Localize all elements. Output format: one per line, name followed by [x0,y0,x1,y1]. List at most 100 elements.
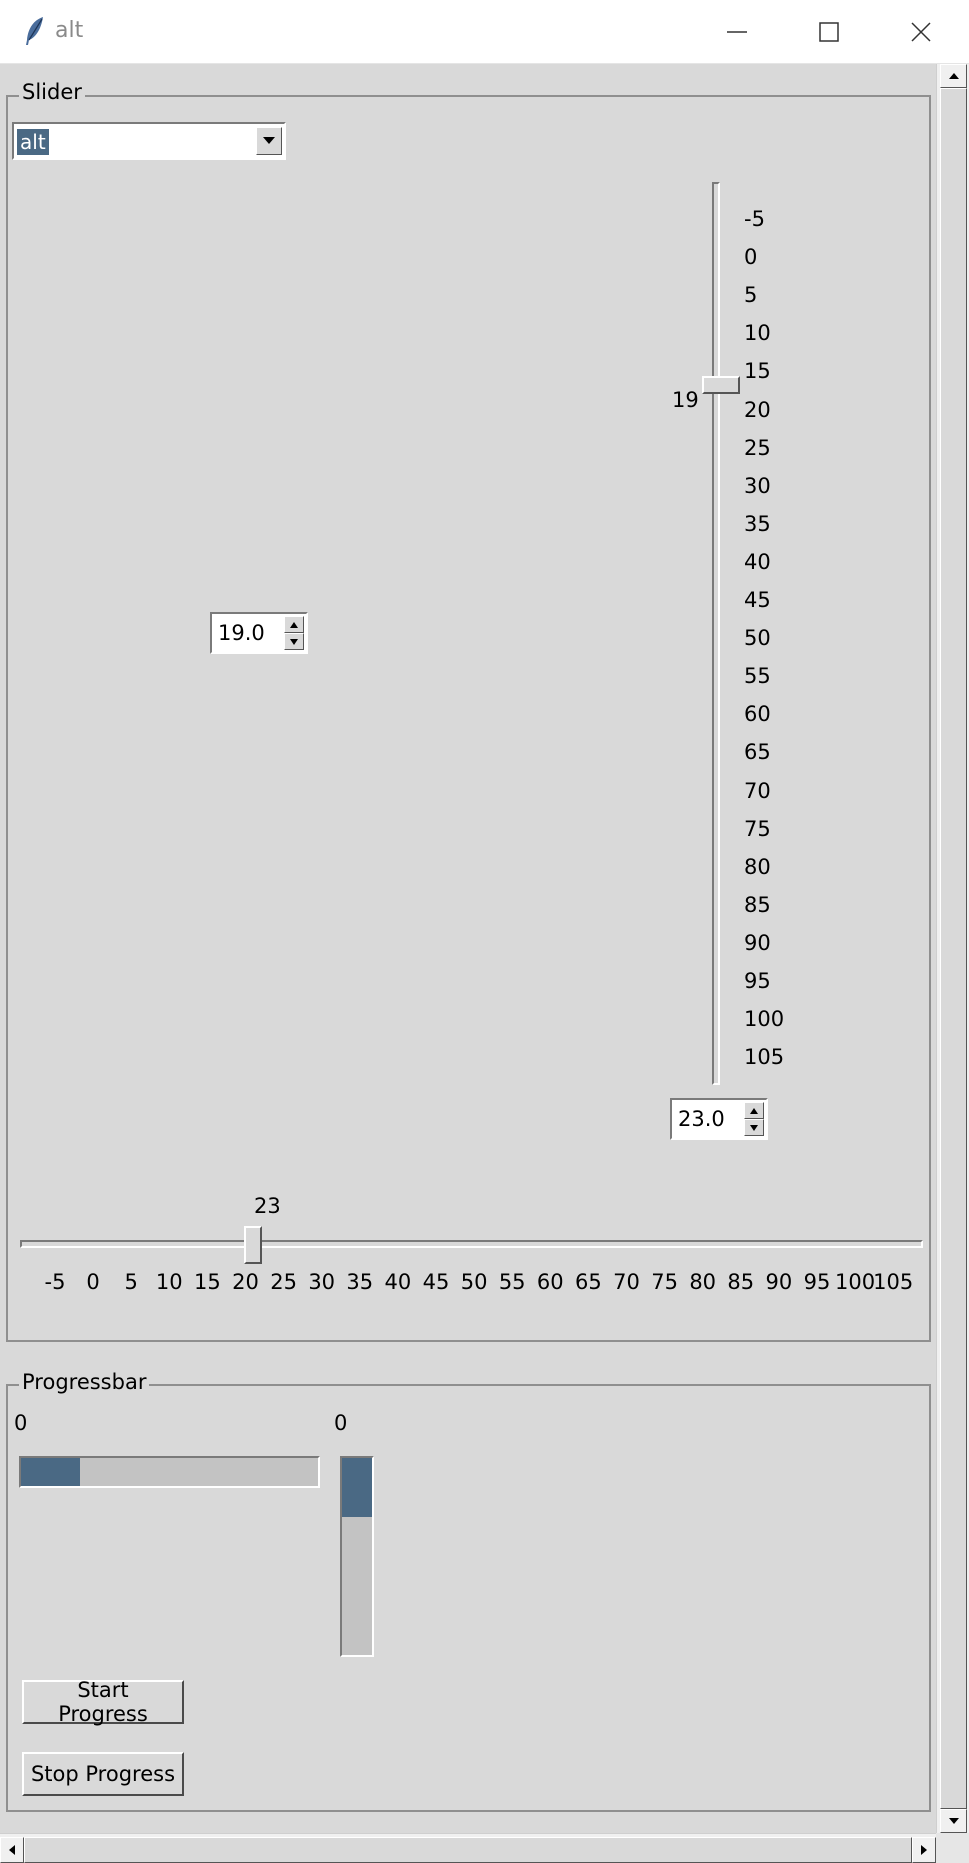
vertical-scale-tick-label: 75 [744,816,771,841]
progressbar-frame-title: Progressbar [19,1370,150,1394]
vertical-scale-trough[interactable] [712,182,720,1085]
horizontal-scale-tick-label: 95 [803,1270,831,1294]
arrow-down-icon [948,1818,959,1824]
horizontal-scale-tick-label: 5 [124,1270,138,1294]
vertical-scrollbar[interactable] [936,64,969,1833]
horizontal-scale-tick-label: 85 [727,1270,755,1294]
vertical-scale-tick-label: 60 [744,702,771,727]
minimize-icon [727,30,747,33]
horizontal-scale-tick-label: 35 [346,1270,374,1294]
window-title: alt [55,18,84,43]
vertical-scale-tick-label: 40 [744,549,771,574]
vertical-scale-tick-label: 5 [744,283,758,308]
vertical-progressbar [340,1456,374,1657]
horizontal-scale-tick-label: 25 [270,1270,297,1294]
vertical-scale-tick-label: 70 [744,778,771,803]
title-bar: alt [0,0,969,64]
spinbox-right-down-button[interactable] [744,1119,764,1136]
horizontal-scale-tick-label: -5 [44,1270,66,1294]
chevron-down-icon [263,137,275,144]
vertical-scale-tick-label: 0 [744,245,758,270]
vertical-scale-tick-label: -5 [744,207,765,231]
scroll-left-button[interactable] [0,1837,24,1863]
vertical-scale-value-label: 19 [672,388,699,412]
scrollbar-corner [936,1833,969,1863]
horizontal-scale-tick-label: 55 [498,1270,526,1294]
close-icon [911,21,931,42]
horizontal-scale-tick-label: 80 [689,1270,717,1294]
vertical-progress-label: 0 [334,1411,348,1435]
spinbox-left[interactable]: 19.0 [210,612,308,654]
horizontal-scale-tick-label: 105 [873,1270,914,1294]
minimize-button[interactable] [691,0,783,63]
scroll-right-button[interactable] [912,1837,936,1863]
horizontal-scale-tick-label: 60 [536,1270,564,1294]
slider-frame [6,95,931,1342]
horizontal-scrollbar[interactable] [0,1833,936,1863]
theme-combobox[interactable]: alt [12,122,286,160]
horizontal-scale-tick-label: 40 [384,1270,412,1294]
arrow-up-icon [290,621,298,628]
close-button[interactable] [875,0,967,63]
vertical-scale-thumb[interactable] [702,376,740,394]
horizontal-scrollbar-thumb[interactable] [24,1837,912,1863]
horizontal-scale-tick-label: 15 [194,1270,221,1294]
horizontal-progressbar [19,1456,320,1488]
progressbar-frame [6,1384,931,1812]
arrow-up-icon [948,73,959,79]
arrow-up-icon [750,1107,758,1114]
vertical-scale-tick-label: 50 [744,626,771,651]
maximize-icon [819,21,839,42]
feather-icon [26,17,43,45]
vertical-scale-tick-label: 10 [744,321,771,346]
vertical-progress-fill [342,1458,372,1518]
vertical-scale-tick-label: 30 [744,473,771,498]
horizontal-scale-tick-label: 65 [575,1270,602,1294]
spinbox-left-up-button[interactable] [284,616,304,633]
horizontal-progress-fill [21,1458,81,1486]
horizontal-scale-trough[interactable] [20,1240,923,1248]
horizontal-scale-tick-label: 10 [155,1270,183,1294]
vertical-scale-tick-label: 100 [744,1007,785,1032]
maximize-button[interactable] [783,0,875,63]
vertical-scale-tick-label: 105 [744,1045,785,1070]
stop-progress-button[interactable]: Stop Progress [22,1752,184,1796]
horizontal-scale-tick-label: 50 [460,1270,488,1294]
vertical-scale-tick-label: 90 [744,930,771,955]
spinbox-right-up-button[interactable] [744,1102,764,1119]
horizontal-scale-thumb[interactable] [244,1226,262,1264]
horizontal-scale-tick-label: 30 [308,1270,336,1294]
horizontal-scale-value-label: 23 [254,1194,281,1218]
arrow-left-icon [9,1845,15,1855]
combobox-dropdown-button[interactable] [256,127,282,155]
vertical-scale-tick-label: 85 [744,892,771,917]
arrow-down-icon [750,1124,758,1131]
vertical-scale-tick-label: 95 [744,969,771,993]
horizontal-scale-tick-label: 70 [613,1270,640,1294]
start-progress-button[interactable]: Start Progress [22,1678,184,1726]
scroll-up-button[interactable] [940,64,967,88]
vertical-scale-tick-label: 20 [744,397,771,422]
horizontal-scale-tick-label: 45 [422,1270,450,1294]
spinbox-right-value[interactable]: 23.0 [678,1106,725,1132]
spinbox-right[interactable]: 23.0 [670,1098,768,1140]
horizontal-scale-tick-label: 20 [232,1270,259,1294]
vertical-scale-tick-label: 80 [744,854,771,879]
vertical-scale-tick-label: 15 [744,359,771,384]
spinbox-left-down-button[interactable] [284,633,304,650]
horizontal-scale-tick-label: 100 [835,1270,876,1294]
spinbox-left-value[interactable]: 19.0 [218,620,265,646]
combobox-value: alt [17,129,49,155]
horizontal-scale-tick-label: 90 [765,1270,793,1294]
vertical-scale-tick-label: 35 [744,511,771,536]
horizontal-scale-tick-label: 0 [86,1270,100,1294]
arrow-right-icon [921,1845,927,1855]
horizontal-scale-tick-label: 75 [651,1270,678,1294]
vertical-scale-tick-label: 25 [744,435,771,460]
slider-frame-title: Slider [19,80,85,104]
vertical-scale-tick-label: 65 [744,740,771,765]
vertical-scrollbar-thumb[interactable] [940,88,967,1809]
horizontal-progress-label: 0 [14,1411,28,1435]
arrow-down-icon [290,638,298,645]
scroll-down-button[interactable] [940,1809,967,1833]
